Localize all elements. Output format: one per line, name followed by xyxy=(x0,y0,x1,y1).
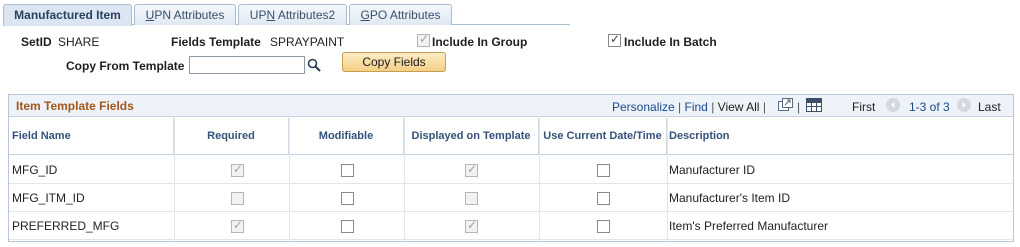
column-header-required[interactable]: Required xyxy=(174,118,289,155)
column-divider xyxy=(404,118,405,242)
table-row: MFG_ITM_ID Manufacturer's Item ID xyxy=(9,184,1013,212)
download-spreadsheet-icon[interactable] xyxy=(806,98,822,112)
tab-accesskey: N xyxy=(266,8,276,22)
use-date-checkbox[interactable] xyxy=(597,220,610,233)
column-divider xyxy=(174,118,175,242)
column-divider xyxy=(667,118,668,242)
first-label: First xyxy=(852,100,876,114)
copy-from-template-input[interactable] xyxy=(189,56,305,74)
copy-fields-button[interactable]: Copy Fields xyxy=(342,52,446,72)
column-header-field-name[interactable]: Field Name xyxy=(9,118,174,155)
tab-label: PN Attributes xyxy=(154,8,225,22)
copy-from-template-label: Copy From Template xyxy=(66,59,185,73)
tab-upn-attributes[interactable]: UPN Attributes xyxy=(134,4,236,25)
column-header-description[interactable]: Description xyxy=(667,118,1013,155)
include-in-batch-label: Include In Batch xyxy=(624,35,717,49)
displayed-checkbox xyxy=(465,192,478,205)
personalize-link[interactable]: Personalize xyxy=(612,100,675,114)
tab-bar: Manufactured Item UPN Attributes UPN Att… xyxy=(3,4,570,26)
description-cell: Manufacturer ID xyxy=(669,163,756,177)
previous-row-icon xyxy=(886,98,900,112)
fields-template-value: SPRAYPAINT xyxy=(270,35,345,49)
lookup-magnifier-icon[interactable] xyxy=(307,58,321,72)
required-checkbox xyxy=(231,218,244,233)
tab-label-pre: UP xyxy=(249,8,267,22)
next-row-icon xyxy=(957,98,971,112)
tab-gpo-attributes[interactable]: GPO Attributes xyxy=(349,4,452,25)
view-all-link[interactable]: View All xyxy=(718,100,760,114)
modifiable-checkbox[interactable] xyxy=(341,192,354,205)
grid-title: Item Template Fields xyxy=(16,99,134,113)
field-name-cell: PREFERRED_MFG xyxy=(12,219,120,233)
modifiable-checkbox[interactable] xyxy=(341,164,354,177)
include-in-group-label: Include In Group xyxy=(432,35,528,49)
column-header-use-current-date-time[interactable]: Use Current Date/Time xyxy=(539,118,667,155)
column-header-displayed-on-template[interactable]: Displayed on Template xyxy=(404,118,539,155)
last-label: Last xyxy=(978,100,1001,114)
tab-accesskey: U xyxy=(145,8,155,22)
separator: | xyxy=(678,100,682,114)
tab-label: Attributes2 xyxy=(275,8,336,22)
tab-upn-attributes2[interactable]: UPN Attributes2 xyxy=(238,4,347,25)
column-divider xyxy=(539,118,540,242)
table-row: PREFERRED_MFG Item's Preferred Manufactur… xyxy=(9,212,1013,240)
setid-value: SHARE xyxy=(58,35,100,49)
modifiable-checkbox[interactable] xyxy=(341,220,354,233)
row-range: 1-3 of 3 xyxy=(909,100,950,114)
field-name-cell: MFG_ID xyxy=(12,163,58,177)
item-template-fields-grid: Item Template Fields Personalize | Find … xyxy=(8,94,1014,242)
tab-accesskey: G xyxy=(360,8,370,22)
required-checkbox xyxy=(231,192,244,205)
field-name-cell: MFG_ITM_ID xyxy=(12,191,85,205)
new-window-icon[interactable] xyxy=(778,98,793,112)
setid-label: SetID xyxy=(21,35,52,49)
description-cell: Item's Preferred Manufacturer xyxy=(669,219,829,233)
required-checkbox xyxy=(231,162,244,177)
column-divider xyxy=(289,118,290,242)
use-date-checkbox[interactable] xyxy=(597,192,610,205)
separator: | xyxy=(797,100,801,114)
column-header-modifiable[interactable]: Modifiable xyxy=(289,118,404,155)
tab-manufactured-item[interactable]: Manufactured Item xyxy=(3,4,132,26)
separator: | xyxy=(711,100,715,114)
separator: | xyxy=(762,100,766,114)
table-row: MFG_ID Manufacturer ID xyxy=(9,156,1013,184)
displayed-checkbox xyxy=(465,162,478,177)
displayed-checkbox xyxy=(465,218,478,233)
use-date-checkbox[interactable] xyxy=(597,164,610,177)
description-cell: Manufacturer's Item ID xyxy=(669,191,790,205)
include-in-group-checkbox xyxy=(417,32,430,47)
tab-label: Manufactured Item xyxy=(14,8,121,22)
fields-template-label: Fields Template xyxy=(171,35,261,49)
find-link[interactable]: Find xyxy=(685,100,708,114)
tab-label: PO Attributes xyxy=(369,8,441,22)
grid-header: Item Template Fields Personalize | Find … xyxy=(9,95,1013,117)
include-in-batch-checkbox[interactable] xyxy=(608,32,621,47)
